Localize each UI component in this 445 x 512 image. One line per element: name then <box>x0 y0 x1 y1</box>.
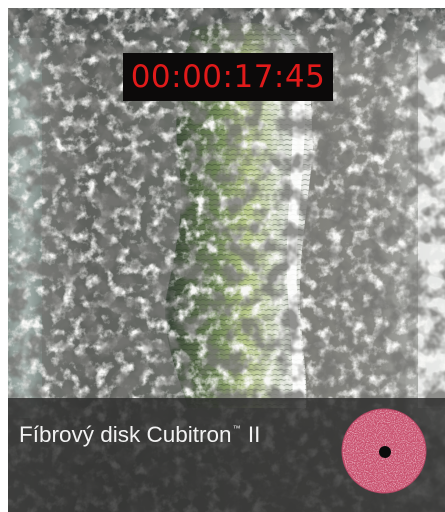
fibre-disc-icon <box>341 408 427 494</box>
caption-text: Fíbrový disk Cubitron <box>19 422 232 447</box>
timecode-display: 00:00:17:45 <box>123 53 333 101</box>
video-frame: 00:00:17:45 Fíbrový disk Cubitron™ II <box>8 8 445 512</box>
trademark-symbol: ™ <box>232 424 241 433</box>
caption-suffix: II <box>247 422 261 447</box>
timecode-text: 00:00:17:45 <box>130 59 326 95</box>
caption-bar: Fíbrový disk Cubitron™ II <box>8 398 445 512</box>
product-caption: Fíbrový disk Cubitron™ II <box>19 422 260 448</box>
